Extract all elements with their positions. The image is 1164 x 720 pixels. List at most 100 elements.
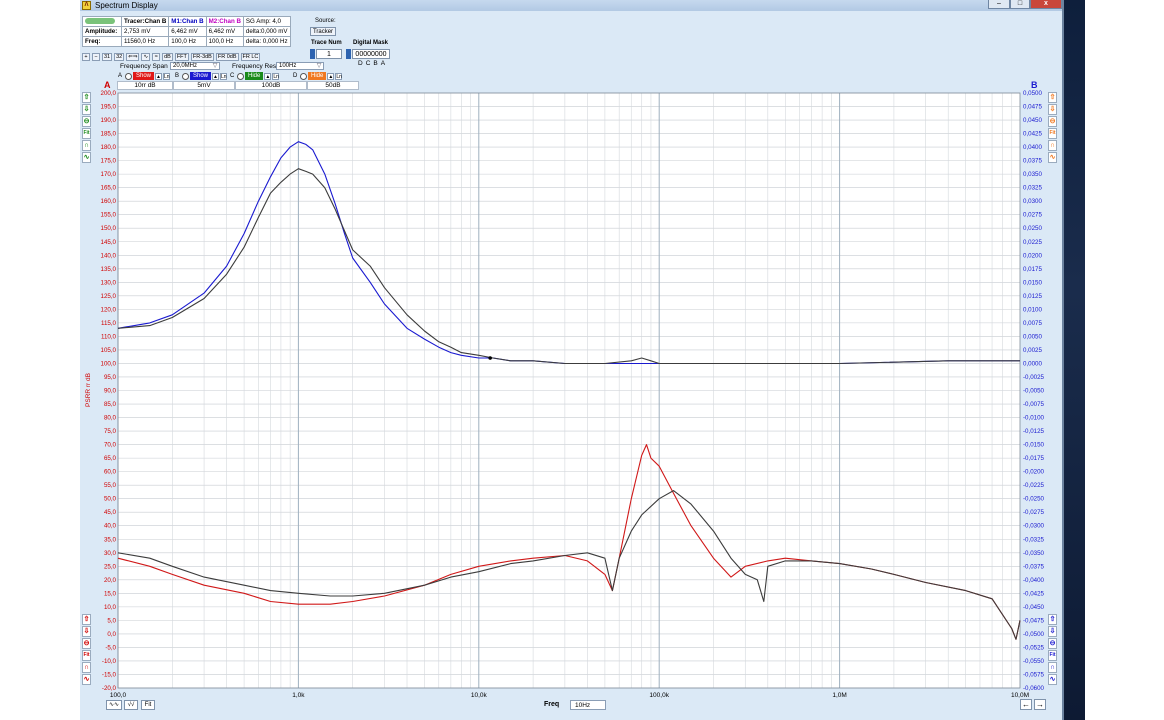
y-tick-label-left: 60,0: [104, 469, 117, 476]
series-line-4: [117, 490, 1021, 640]
y-tick-label-right: 0,0450: [1023, 117, 1042, 124]
y-tick-label-left: 0,0: [107, 631, 116, 638]
y-tick-label-right: -0,0525: [1023, 644, 1045, 651]
y-tick-label-left: 30,0: [104, 550, 117, 557]
y-tick-label-right: 0,0300: [1023, 198, 1042, 205]
y-tick-label-left: 125,0: [101, 293, 117, 300]
y-tick-label-right: -0,0050: [1023, 388, 1045, 395]
y-tick-label-left: 110,0: [101, 333, 117, 340]
tracer-marker: [488, 356, 492, 360]
bottom-bar: ∿∿ √√ Fit Freq 10Hz ← →: [80, 698, 1062, 720]
y-tick-label-left: 200,0: [101, 90, 117, 97]
spectrum-window: Λ Spectrum Display – □ x Tracer:Chan B M…: [80, 0, 1064, 720]
y-tick-label-left: 20,0: [104, 577, 117, 584]
y-tick-label-left: 85,0: [104, 401, 117, 408]
y-tick-label-right: -0,0350: [1023, 550, 1045, 557]
series-line-3: [117, 444, 1021, 640]
y-tick-label-right: -0,0600: [1023, 685, 1045, 692]
arrow-right-icon[interactable]: →: [1034, 699, 1046, 710]
y-tick-label-left: 130,0: [101, 279, 117, 286]
series-line-1: [117, 141, 1020, 365]
y-tick-label-right: -0,0200: [1023, 469, 1045, 476]
y-tick-label-right: -0,0100: [1023, 415, 1045, 422]
y-tick-label-left: 190,0: [101, 117, 117, 124]
y-tick-label-left: 105,0: [101, 347, 117, 354]
arrow-left-icon[interactable]: ←: [1020, 699, 1032, 710]
y-tick-label-right: -0,0325: [1023, 536, 1045, 543]
freq-step-input[interactable]: 10Hz: [570, 700, 606, 710]
y-tick-label-left: 80,0: [104, 415, 117, 422]
y-tick-label-right: -0,0425: [1023, 590, 1045, 597]
y-tick-label-left: 25,0: [104, 563, 117, 570]
y-tick-label-right: -0,0275: [1023, 509, 1045, 516]
y-tick-label-right: 0,0075: [1023, 320, 1042, 327]
y-axis-title-left: PSRR rr dB: [85, 373, 92, 407]
y-tick-label-left: 175,0: [101, 158, 117, 165]
y-tick-label-right: 0,0025: [1023, 347, 1042, 354]
y-tick-label-left: 155,0: [101, 212, 117, 219]
y-tick-label-left: 160,0: [101, 198, 117, 205]
y-tick-label-left: -15,0: [102, 671, 117, 678]
y-tick-label-right: 0,0100: [1023, 306, 1042, 313]
y-tick-label-right: -0,0475: [1023, 617, 1045, 624]
y-tick-label-right: -0,0450: [1023, 604, 1045, 611]
y-tick-label-left: 75,0: [104, 428, 117, 435]
y-tick-label-left: 120,0: [101, 306, 117, 313]
y-tick-label-left: -5,0: [105, 644, 116, 651]
y-tick-label-left: 195,0: [101, 104, 117, 111]
y-tick-label-left: 70,0: [104, 442, 117, 449]
y-tick-label-left: 5,0: [107, 617, 116, 624]
y-tick-label-right: 0,0425: [1023, 131, 1042, 138]
y-tick-label-right: 0,0250: [1023, 225, 1042, 232]
y-tick-label-left: 135,0: [101, 266, 117, 273]
y-tick-label-left: 90,0: [104, 388, 117, 395]
y-tick-label-right: 0,0275: [1023, 212, 1042, 219]
y-tick-label-right: 0,0150: [1023, 279, 1042, 286]
y-tick-label-right: 0,0400: [1023, 144, 1042, 151]
y-tick-label-left: 100,0: [101, 360, 117, 367]
fit-button[interactable]: Fit: [141, 700, 155, 710]
y-tick-label-right: -0,0225: [1023, 482, 1045, 489]
y-tick-label-left: 10,0: [104, 604, 117, 611]
y-tick-label-left: 180,0: [101, 144, 117, 151]
desktop-left: [0, 0, 80, 720]
y-tick-label-left: 35,0: [104, 536, 117, 543]
y-tick-label-right: -0,0125: [1023, 428, 1045, 435]
wave-icon[interactable]: ∿∿: [106, 700, 122, 710]
y-tick-label-right: -0,0550: [1023, 658, 1045, 665]
y-tick-label-right: -0,0375: [1023, 563, 1045, 570]
y-tick-label-left: 145,0: [101, 239, 117, 246]
y-tick-label-right: -0,0075: [1023, 401, 1045, 408]
y-tick-label-left: 40,0: [104, 523, 117, 530]
y-tick-label-right: 0,0225: [1023, 239, 1042, 246]
y-tick-label-right: 0,0375: [1023, 158, 1042, 165]
y-tick-label-left: -20,0: [102, 685, 117, 692]
y-tick-label-left: 140,0: [101, 252, 117, 259]
y-tick-label-left: 65,0: [104, 455, 117, 462]
y-tick-label-right: 0,0200: [1023, 252, 1042, 259]
y-tick-label-left: 15,0: [104, 590, 117, 597]
y-tick-label-right: 0,0475: [1023, 104, 1042, 111]
y-tick-label-right: 0,0125: [1023, 293, 1042, 300]
y-tick-label-right: -0,0575: [1023, 671, 1045, 678]
y-tick-label-right: -0,0300: [1023, 523, 1045, 530]
y-tick-label-left: 55,0: [104, 482, 117, 489]
y-tick-label-left: 150,0: [101, 225, 117, 232]
spectrum-chart: -20,0 -15,0 -10,0 -5,0 0,0 5,0 10,0 15,0 20,0 25,…: [85, 90, 1045, 698]
y-tick-label-left: 185,0: [101, 131, 117, 138]
y-tick-label-left: 45,0: [104, 509, 117, 516]
y-tick-label-right: -0,0150: [1023, 442, 1045, 449]
y-tick-label-left: -10,0: [102, 658, 117, 665]
y-tick-label-right: 0,0325: [1023, 185, 1042, 192]
peak-icon[interactable]: √√: [124, 700, 138, 710]
y-tick-label-left: 95,0: [104, 374, 117, 381]
desktop-edge: [1085, 0, 1164, 720]
series-line-2: [117, 168, 1020, 365]
y-tick-label-right: -0,0500: [1023, 631, 1045, 638]
y-tick-label-right: 0,0500: [1023, 90, 1042, 97]
y-tick-label-left: 165,0: [101, 185, 117, 192]
y-tick-label-right: 0,0175: [1023, 266, 1042, 273]
y-tick-label-right: -0,0175: [1023, 455, 1045, 462]
y-tick-label-right: 0,0000: [1023, 360, 1042, 367]
freq-axis-label: Freq: [544, 701, 560, 708]
